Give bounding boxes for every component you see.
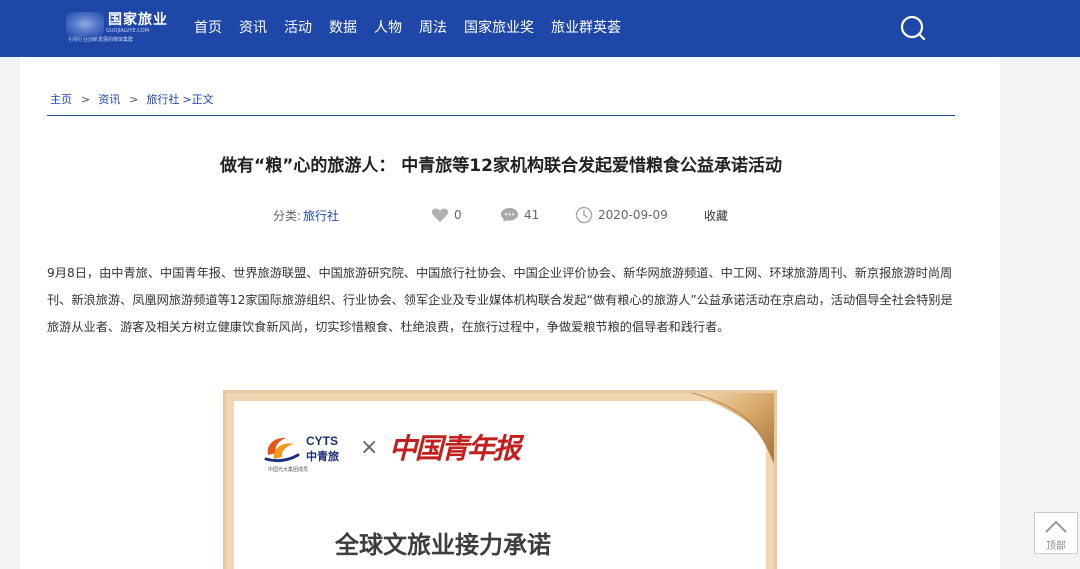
image-headline: 全球文旅业接力承诺 bbox=[335, 531, 551, 559]
cyts-logo: CYTS 中青旅 中国光大集团成员 bbox=[264, 429, 354, 473]
nav-item-weekly[interactable]: 周法 bbox=[419, 18, 447, 38]
like-count: 0 bbox=[454, 208, 462, 222]
page-curl-icon bbox=[689, 393, 774, 464]
breadcrumb-travel-agency[interactable]: 旅行社 bbox=[146, 91, 179, 107]
nav-item-news[interactable]: 资讯 bbox=[239, 18, 267, 38]
comment-icon bbox=[501, 208, 518, 222]
cyts-logo-sub: 中国光大集团成员 bbox=[268, 467, 309, 473]
article-body: 9月8日，由中青旅、中国青年报、世界旅游联盟、中国旅游研究院、中国旅行社协会、中… bbox=[47, 266, 953, 334]
back-to-top-label: 顶部 bbox=[1046, 541, 1066, 552]
breadcrumb-divider bbox=[47, 115, 955, 116]
nav-item-elite[interactable]: 旅业群英荟 bbox=[551, 18, 621, 38]
breadcrumb-news[interactable]: 资讯 bbox=[98, 91, 120, 107]
main-nav: 首页 资讯 活动 数据 人物 周法 国家旅业奖 旅业群英荟 bbox=[194, 18, 638, 38]
article-image: CYTS 中青旅 中国光大集团成员 × 中国青年报 全球文旅业接力承诺 bbox=[223, 390, 777, 569]
top-navbar: 国家旅业 GUOJIALVYE.COM 引领行业创新发展的媒体集群 首页 资讯 … bbox=[0, 0, 1080, 57]
breadcrumb-separator: > bbox=[81, 93, 91, 106]
site-logo[interactable]: 国家旅业 GUOJIALVYE.COM 引领行业创新发展的媒体集群 bbox=[66, 9, 176, 45]
comment-button[interactable]: 41 bbox=[500, 205, 539, 225]
category-link[interactable]: 旅行社 bbox=[303, 207, 339, 224]
like-button[interactable]: 0 bbox=[431, 205, 462, 225]
clock-icon bbox=[575, 206, 593, 224]
breadcrumb-home[interactable]: 主页 bbox=[50, 91, 72, 107]
heart-icon bbox=[431, 208, 449, 222]
logo-url: GUOJIALVYE.COM bbox=[106, 28, 150, 34]
logo-title: 国家旅业 bbox=[108, 12, 168, 28]
search-button[interactable] bbox=[899, 14, 927, 42]
breadcrumb: 主页 > 资讯 > 旅行社 >正文 bbox=[50, 91, 214, 107]
back-to-top-button[interactable]: 顶部 bbox=[1034, 512, 1078, 554]
nav-item-people[interactable]: 人物 bbox=[374, 18, 402, 38]
nav-item-home[interactable]: 首页 bbox=[194, 18, 222, 38]
newspaper-logo: 中国青年报 bbox=[389, 432, 521, 465]
favorite-button[interactable]: 收藏 bbox=[704, 205, 728, 225]
date-text: 2020-09-09 bbox=[598, 208, 668, 222]
article-category: 分类: 旅行社 bbox=[273, 205, 339, 225]
breadcrumb-separator: > bbox=[129, 93, 139, 106]
nav-item-events[interactable]: 活动 bbox=[284, 18, 312, 38]
times-sign: × bbox=[360, 435, 379, 460]
cyts-flame-icon bbox=[264, 437, 300, 463]
article-page: 主页 > 资讯 > 旅行社 >正文 做有“粮”心的旅游人： 中青旅等12家机构联合发起爱惜… bbox=[20, 57, 1000, 569]
logo-slogan: 引领行业创新发展的媒体集群 bbox=[68, 37, 134, 43]
cyts-logo-cn: 中青旅 bbox=[306, 450, 339, 463]
chevron-up-icon bbox=[1045, 520, 1067, 533]
logo-emblem-icon bbox=[66, 12, 104, 36]
cyts-logo-text: CYTS bbox=[306, 434, 339, 448]
category-label: 分类: bbox=[273, 208, 302, 223]
publish-date: 2020-09-09 bbox=[575, 205, 668, 225]
article-title: 做有“粮”心的旅游人： 中青旅等12家机构联合发起爱惜粮食公益承诺活动 bbox=[220, 156, 782, 176]
search-icon bbox=[900, 15, 926, 41]
comment-count: 41 bbox=[524, 208, 540, 222]
breadcrumb-current: >正文 bbox=[182, 93, 214, 106]
nav-item-award[interactable]: 国家旅业奖 bbox=[464, 18, 534, 38]
nav-item-data[interactable]: 数据 bbox=[329, 18, 357, 38]
